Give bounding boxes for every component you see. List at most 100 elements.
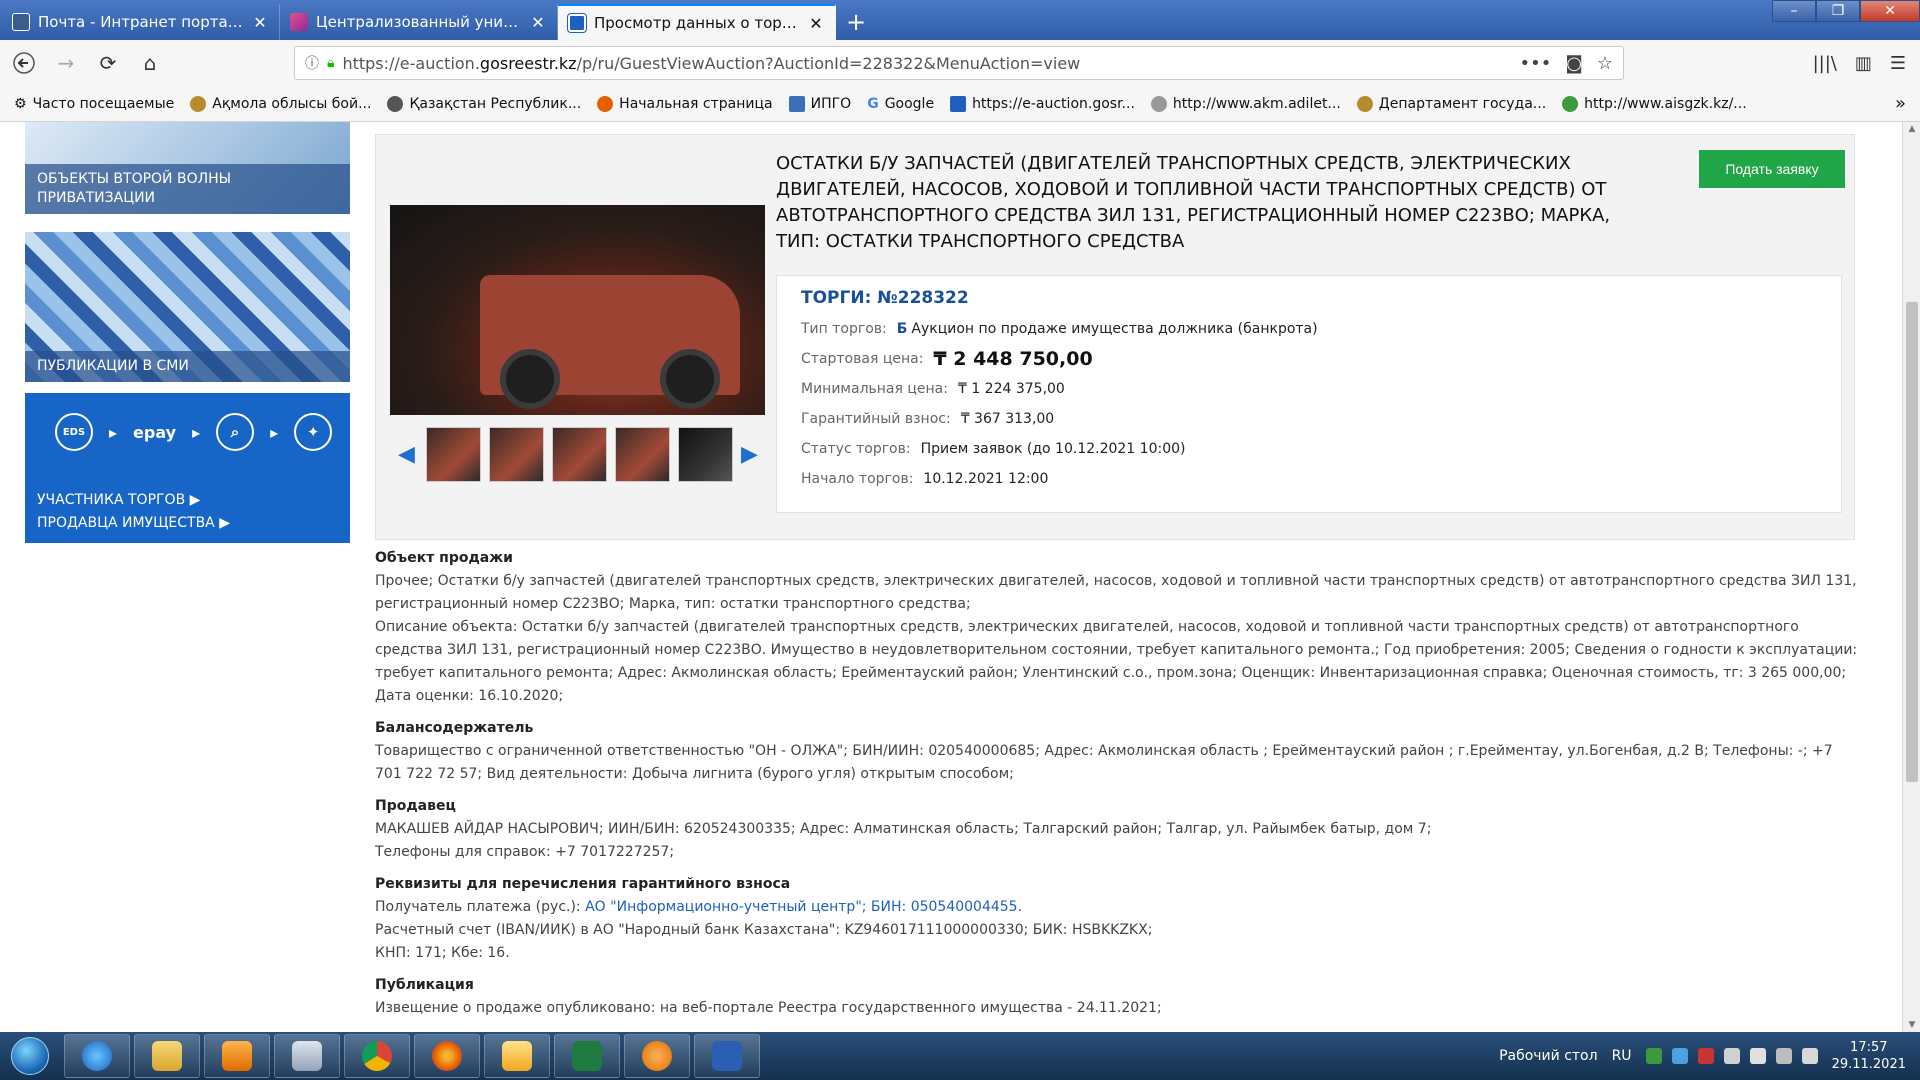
bookmark-item[interactable]: http://www.aisgzk.kz/...: [1562, 95, 1747, 112]
tab-unified[interactable]: Централизованный унифици ✕: [280, 4, 558, 40]
start-button[interactable]: [0, 1032, 60, 1080]
prev-photo-arrow-icon[interactable]: ◀: [398, 442, 418, 467]
clock[interactable]: 17:57 29.11.2021: [1832, 1039, 1906, 1073]
more-bookmarks-icon[interactable]: »: [1895, 93, 1920, 114]
recipient-link[interactable]: АО "Информационно-учетный центр"; БИН: 0…: [585, 899, 1017, 915]
auction-start-date: 10.12.2021 12:00: [923, 471, 1049, 487]
banner-caption: ПУБЛИКАЦИИ В СМИ: [25, 351, 350, 382]
taskbar-chrome[interactable]: [344, 1034, 410, 1078]
taskbar-word[interactable]: [694, 1034, 760, 1078]
forward-button[interactable]: →: [48, 45, 84, 81]
taskbar-media[interactable]: [204, 1034, 270, 1078]
photo-thumbnail[interactable]: [615, 427, 670, 482]
bookmark-item[interactable]: G Google: [867, 96, 934, 112]
page-scrollbar[interactable]: ▲ ▼: [1902, 122, 1920, 1032]
photo-thumbnail[interactable]: [678, 427, 733, 482]
privatization-banner[interactable]: ОБЪЕКТЫ ВТОРОЙ ВОЛНЫ ПРИВАТИЗАЦИИ: [25, 122, 350, 214]
monitor-icon[interactable]: [1775, 1048, 1792, 1064]
section-text: Получатель платежа (рус.): АО "Информаци…: [375, 899, 1023, 915]
bookmark-item[interactable]: Начальная страница: [597, 95, 773, 112]
tab-auction-view[interactable]: Просмотр данных о торгах ✕: [558, 4, 836, 40]
taskbar-calculator[interactable]: [274, 1034, 340, 1078]
bookmark-item[interactable]: https://e-auction.gosr...: [950, 95, 1135, 112]
taskbar-explorer[interactable]: [134, 1034, 200, 1078]
feather-favicon-icon: [290, 13, 308, 31]
back-arrow-icon: [13, 52, 35, 74]
taskbar-firefox[interactable]: [414, 1034, 480, 1078]
browser-tab-bar: Почта - Интранет портал гос ✕ Централизо…: [0, 0, 1920, 40]
close-window-button[interactable]: ✕: [1860, 0, 1920, 22]
minimize-button[interactable]: –: [1772, 0, 1816, 22]
lock-icon: 🔒︎: [327, 55, 335, 71]
pocket-icon[interactable]: ◙: [1565, 53, 1582, 74]
bookmark-item[interactable]: Департамент госуда...: [1356, 95, 1546, 112]
taskbar-app[interactable]: [624, 1034, 690, 1078]
photo-thumbnail[interactable]: [426, 427, 481, 482]
language-indicator[interactable]: RU: [1612, 1048, 1632, 1064]
firefox-icon: [432, 1041, 462, 1071]
page-viewport: ОБЪЕКТЫ ВТОРОЙ ВОЛНЫ ПРИВАТИЗАЦИИ ПУБЛИК…: [0, 122, 1920, 1032]
section-text: Товарищество с ограниченной ответственно…: [375, 743, 1833, 782]
photo-thumbnail[interactable]: [552, 427, 607, 482]
search-people-icon: ⌕: [216, 413, 255, 451]
word-icon: [712, 1041, 742, 1071]
participant-link[interactable]: УЧАСТНИКА ТОРГОВ ▶: [37, 489, 230, 512]
volume-icon[interactable]: [1801, 1048, 1818, 1064]
lot-main-photo[interactable]: [390, 205, 765, 415]
lot-details: Объект продажи Прочее; Остатки б/у запча…: [375, 547, 1860, 1029]
tab-close-icon[interactable]: ✕: [529, 13, 547, 32]
app-icon: [642, 1041, 672, 1071]
deposit-row: Гарантийный взнос: ₸ 367 313,00: [801, 404, 1817, 434]
bookmark-item[interactable]: http://www.akm.adilet...: [1150, 95, 1341, 112]
shield-icon[interactable]: [1645, 1048, 1662, 1064]
menu-icon[interactable]: ☰: [1890, 53, 1906, 74]
section-text: Извещение о продаже опубликовано: на веб…: [375, 1000, 1162, 1016]
home-button[interactable]: ⌂: [132, 45, 168, 81]
info-icon[interactable]: ⓘ: [305, 53, 319, 73]
library-icon[interactable]: |||\: [1813, 53, 1837, 74]
taskbar-outlook[interactable]: [484, 1034, 550, 1078]
bookmark-item[interactable]: Қазақстан Республик...: [387, 95, 581, 112]
auction-number: ТОРГИ: №228322: [801, 288, 969, 308]
auction-status: Прием заявок (до 10.12.2021 10:00): [920, 441, 1186, 457]
mail-icon: [502, 1041, 532, 1071]
maximize-button[interactable]: ❐: [1816, 0, 1860, 22]
gear-icon: [1356, 95, 1373, 112]
flag-icon[interactable]: [1749, 1048, 1766, 1064]
app-tray-icon[interactable]: [1697, 1048, 1714, 1064]
address-bar[interactable]: ⓘ 🔒︎ https://e-auction.gosreestr.kz/p/ru…: [294, 46, 1624, 80]
ipgo-icon: [788, 95, 805, 112]
speaker-icon[interactable]: [1723, 1048, 1740, 1064]
scrollbar-thumb[interactable]: [1906, 302, 1918, 782]
next-photo-arrow-icon[interactable]: ▶: [741, 442, 761, 467]
new-tab-button[interactable]: +: [836, 4, 876, 40]
tab-close-icon[interactable]: ✕: [251, 13, 269, 32]
bookmark-item[interactable]: ИПГО: [788, 95, 851, 112]
photo-thumbnail[interactable]: [489, 427, 544, 482]
back-button[interactable]: [6, 45, 42, 81]
media-publications-banner[interactable]: ПУБЛИКАЦИИ В СМИ: [25, 232, 350, 382]
bookmark-item[interactable]: Ақмола облысы бой...: [190, 95, 371, 112]
tab-close-icon[interactable]: ✕: [807, 14, 825, 33]
page-actions-icon[interactable]: •••: [1520, 53, 1552, 74]
scroll-down-icon[interactable]: ▼: [1903, 1020, 1920, 1030]
start-price-row: Стартовая цена: ₸ 2 448 750,00: [801, 344, 1817, 374]
scroll-up-icon[interactable]: ▲: [1903, 124, 1920, 134]
sidebar-toggle-icon[interactable]: ▥: [1855, 53, 1872, 74]
excel-icon: [572, 1041, 602, 1071]
media-player-icon: [222, 1041, 252, 1071]
participants-banner[interactable]: EDS ▸ epay ▸ ⌕ ▸ ✦ УЧАСТНИКА ТОРГОВ ▶ ПР…: [25, 393, 350, 543]
taskbar-ie[interactable]: [64, 1034, 130, 1078]
taskbar-excel[interactable]: [554, 1034, 620, 1078]
desktop-toolbar-label[interactable]: Рабочий стол: [1499, 1048, 1598, 1064]
seller-link[interactable]: ПРОДАВЦА ИМУЩЕСТВА ▶: [37, 512, 230, 535]
globe-icon: [1150, 95, 1167, 112]
url-text[interactable]: https://e-auction.gosreestr.kz/p/ru/Gues…: [342, 54, 1511, 73]
arrow-icon: ▸: [270, 422, 279, 442]
network-icon[interactable]: [1671, 1048, 1688, 1064]
tab-mail[interactable]: Почта - Интранет портал гос ✕: [2, 4, 280, 40]
reload-button[interactable]: ⟳: [90, 45, 126, 81]
submit-application-button[interactable]: Подать заявку: [1699, 150, 1845, 188]
bookmark-item[interactable]: ⚙ Часто посещаемые: [14, 96, 174, 112]
bookmark-star-icon[interactable]: ☆: [1597, 53, 1613, 74]
